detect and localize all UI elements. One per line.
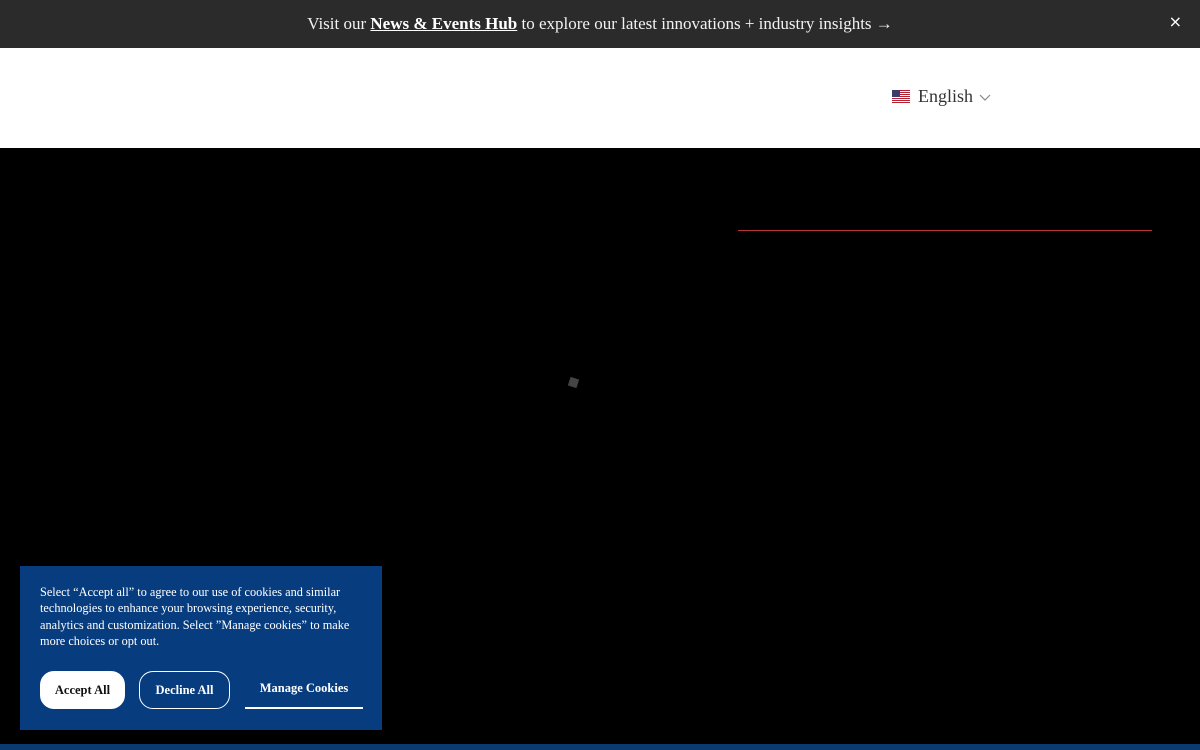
decline-all-button[interactable]: Decline All: [139, 671, 230, 709]
cookie-banner: Select “Accept all” to agree to our use …: [20, 566, 382, 730]
close-icon[interactable]: ×: [1169, 13, 1182, 31]
accept-all-button[interactable]: Accept All: [40, 671, 125, 709]
language-label: English: [918, 86, 974, 106]
loading-spinner-icon: [567, 376, 580, 389]
cookie-message: Select “Accept all” to agree to our use …: [40, 585, 350, 648]
language-selector[interactable]: English: [892, 86, 991, 107]
site-header: English: [0, 48, 1200, 148]
announcement-prefix: Visit our: [307, 14, 371, 33]
news-events-hub-link[interactable]: News & Events Hub: [370, 14, 517, 33]
footer-strip: [0, 744, 1200, 750]
us-flag-icon: [892, 90, 910, 103]
hero-divider: [738, 230, 1152, 231]
announcement-message: Visit our News & Events Hub to explore o…: [307, 14, 893, 34]
announcement-suffix: to explore our latest innovations + indu…: [517, 14, 893, 33]
manage-cookies-button[interactable]: Manage Cookies: [245, 671, 363, 709]
cookie-actions: Accept All Decline All Manage Cookies: [40, 671, 363, 709]
chevron-down-icon: [979, 94, 991, 101]
announcement-bar: Visit our News & Events Hub to explore o…: [0, 0, 1200, 48]
